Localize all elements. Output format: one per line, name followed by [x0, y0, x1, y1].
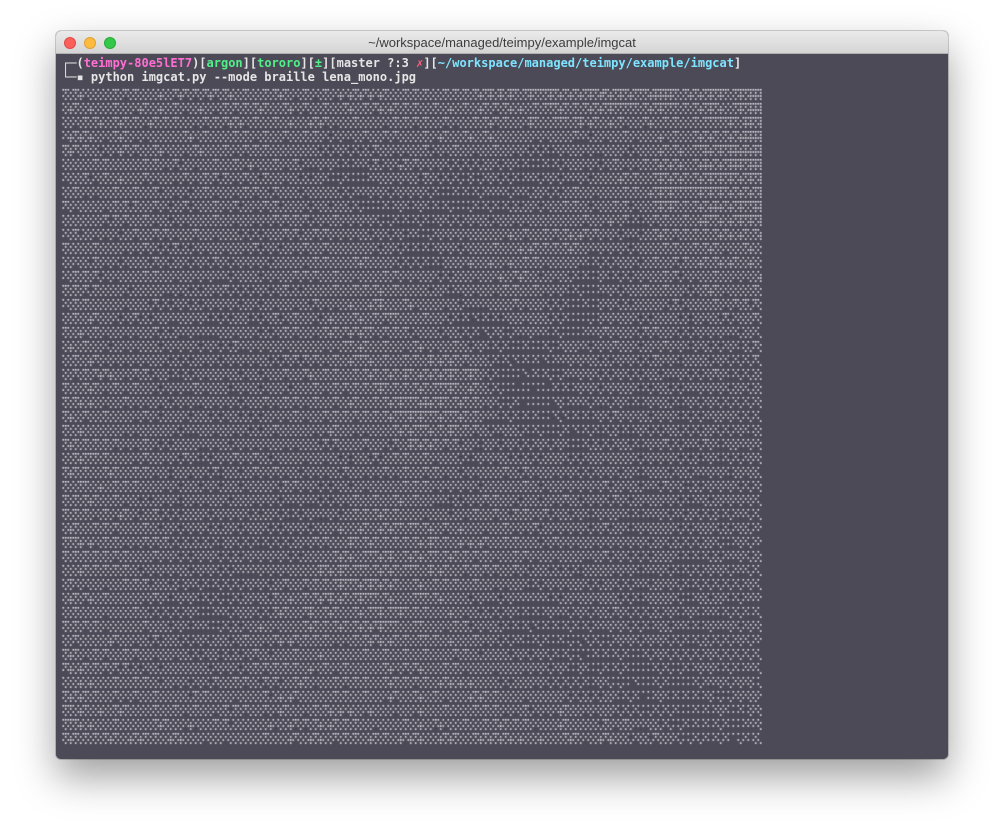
- prompt-separator: ]: [733, 56, 742, 70]
- prompt-separator: )[: [192, 56, 207, 70]
- prompt-arrow: └─▪: [62, 70, 91, 84]
- braille-image-output: [62, 87, 762, 749]
- prompt-user: argon: [206, 56, 243, 70]
- prompt-branch: master ?:3: [336, 56, 417, 70]
- prompt-group: tororo: [257, 56, 301, 70]
- terminal-window: ~/workspace/managed/teimpy/example/imgca…: [56, 31, 948, 759]
- shell-prompt: ┌─(teimpy-80e5lET7)[argon][tororo][±][ma…: [62, 56, 741, 84]
- prompt-host: teimpy-80e5lET7: [83, 56, 193, 70]
- prompt-separator: ][: [242, 56, 258, 70]
- title-bar[interactable]: ~/workspace/managed/teimpy/example/imgca…: [56, 31, 948, 54]
- prompt-separator: ][: [300, 56, 315, 70]
- command-text: python imgcat.py --mode braille lena_mon…: [90, 70, 417, 84]
- terminal-content[interactable]: ┌─(teimpy-80e5lET7)[argon][tororo][±][ma…: [56, 54, 948, 759]
- prompt-box-corner: ┌─(: [62, 56, 84, 70]
- prompt-separator: ][: [322, 56, 337, 70]
- prompt-separator: ][: [423, 56, 438, 70]
- prompt-path: ~/workspace/managed/teimpy/example/imgca…: [437, 56, 734, 70]
- window-title: ~/workspace/managed/teimpy/example/imgca…: [368, 35, 636, 50]
